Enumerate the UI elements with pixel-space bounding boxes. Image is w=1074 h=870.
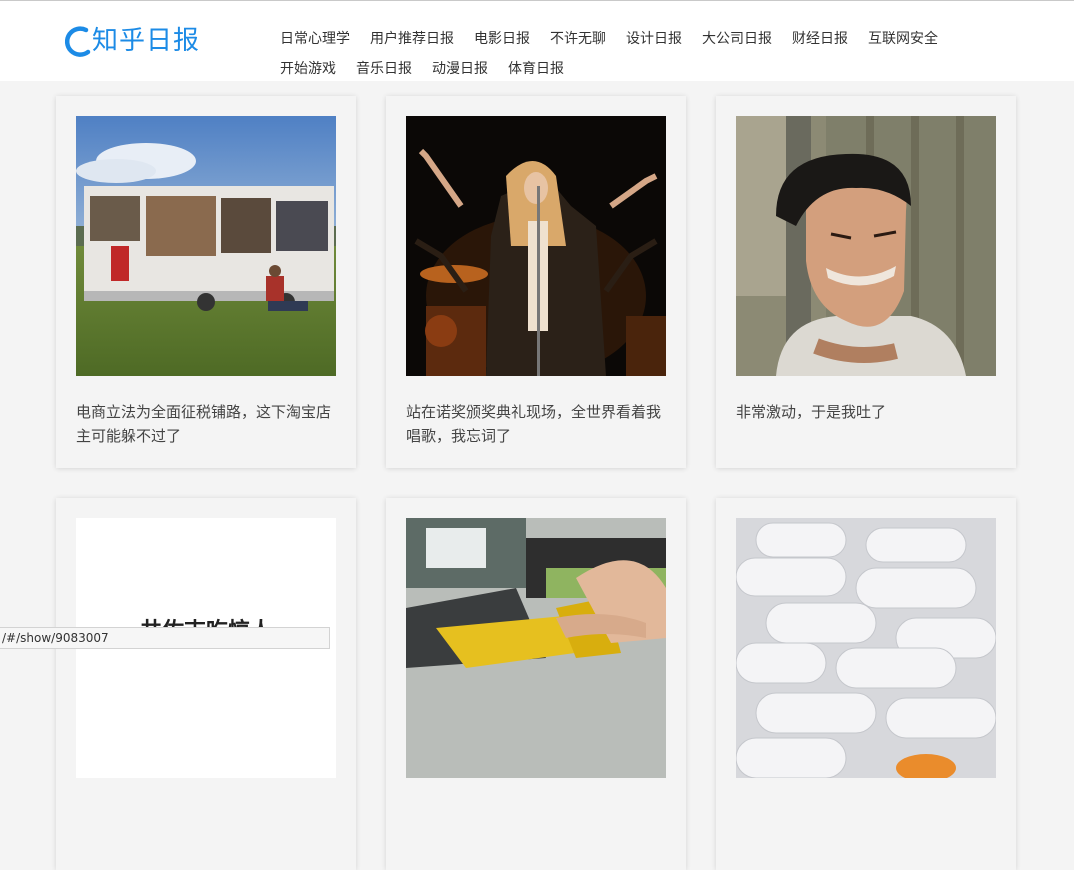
nav-item[interactable]: 设计日报 xyxy=(626,28,682,48)
nav-row: 开始游戏 音乐日报 动漫日报 体育日报 xyxy=(280,53,980,83)
category-nav: 日常心理学 用户推荐日报 电影日报 不许无聊 设计日报 大公司日报 财经日报 互联网安全 开始… xyxy=(280,23,980,83)
nav-item[interactable]: 动漫日报 xyxy=(432,58,488,78)
article-thumbnail[interactable] xyxy=(736,116,996,376)
nav-item[interactable]: 用户推荐日报 xyxy=(370,28,454,48)
article-card[interactable] xyxy=(386,498,686,870)
nav-item[interactable]: 体育日报 xyxy=(508,58,564,78)
article-card[interactable] xyxy=(716,498,1016,870)
article-card[interactable]: 电商立法为全面征税铺路，这下淘宝店主可能躲不过了 xyxy=(56,96,356,468)
nav-item[interactable]: 开始游戏 xyxy=(280,58,336,78)
nav-item[interactable]: 电影日报 xyxy=(474,28,530,48)
logo-c-icon xyxy=(62,22,92,60)
nav-item[interactable]: 日常心理学 xyxy=(280,28,350,48)
nav-item[interactable]: 互联网安全 xyxy=(868,28,938,48)
article-card[interactable]: 井佐吉吃惊人 xyxy=(56,498,356,870)
article-card[interactable]: 非常激动，于是我吐了 xyxy=(716,96,1016,468)
nav-item[interactable]: 音乐日报 xyxy=(356,58,412,78)
site-header: 知乎日报 日常心理学 用户推荐日报 电影日报 不许无聊 设计日报 大公司日报 财经日报 互联网… xyxy=(0,1,1074,81)
site-logo[interactable]: 知乎日报 xyxy=(62,19,200,63)
article-thumbnail[interactable] xyxy=(76,116,336,376)
nav-item[interactable]: 财经日报 xyxy=(792,28,848,48)
article-title[interactable]: 电商立法为全面征税铺路，这下淘宝店主可能躲不过了 xyxy=(76,400,336,448)
link-status-bar: /#/show/9083007 xyxy=(0,627,330,649)
nav-item[interactable]: 不许无聊 xyxy=(550,28,606,48)
article-thumbnail[interactable] xyxy=(736,518,996,778)
article-title[interactable]: 站在诺奖颁奖典礼现场，全世界看着我唱歌，我忘词了 xyxy=(406,400,666,448)
article-thumbnail[interactable] xyxy=(406,518,666,778)
nav-row: 日常心理学 用户推荐日报 电影日报 不许无聊 设计日报 大公司日报 财经日报 互联网安全 xyxy=(280,23,980,53)
article-thumbnail[interactable] xyxy=(406,116,666,376)
article-title[interactable]: 非常激动，于是我吐了 xyxy=(736,400,996,424)
nav-item[interactable]: 大公司日报 xyxy=(702,28,772,48)
article-card[interactable]: 站在诺奖颁奖典礼现场，全世界看着我唱歌，我忘词了 xyxy=(386,96,686,468)
logo-text: 知乎日报 xyxy=(92,26,201,56)
